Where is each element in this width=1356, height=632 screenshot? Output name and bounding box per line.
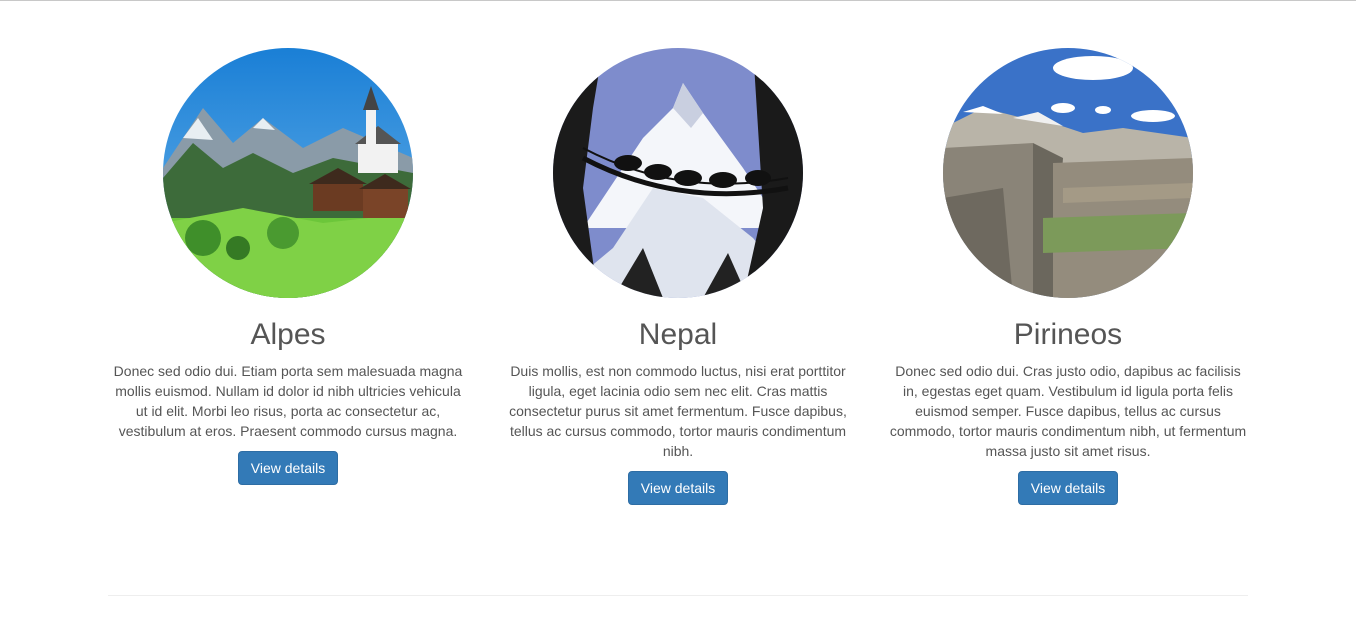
feature-row: Alpes Donec sed odio dui. Etiam porta se… — [108, 48, 1248, 505]
view-details-button[interactable]: View details — [1017, 471, 1119, 505]
feature-column-nepal: Nepal Duis mollis, est non commodo luctu… — [498, 48, 858, 505]
view-details-button[interactable]: View details — [627, 471, 729, 505]
feature-title: Nepal — [638, 318, 718, 351]
feature-column-pirineos: Pirineos Donec sed odio dui. Cras justo … — [888, 48, 1248, 505]
view-details-button[interactable]: View details — [237, 451, 339, 485]
top-divider — [0, 0, 1356, 1]
feature-column-alpes: Alpes Donec sed odio dui. Etiam porta se… — [108, 48, 468, 505]
feature-title: Pirineos — [1013, 318, 1123, 351]
featurette-divider — [108, 595, 1248, 596]
pyrenees-canyon-icon — [943, 48, 1193, 298]
feature-description: Duis mollis, est non commodo luctus, nis… — [509, 363, 847, 459]
feature-description: Donec sed odio dui. Cras justo odio, dap… — [889, 363, 1247, 459]
alps-village-landscape-icon — [163, 48, 413, 298]
nepal-mountain-bridge-icon — [553, 48, 803, 298]
feature-description: Donec sed odio dui. Etiam porta sem male… — [113, 363, 463, 439]
feature-title: Alpes — [250, 318, 326, 351]
